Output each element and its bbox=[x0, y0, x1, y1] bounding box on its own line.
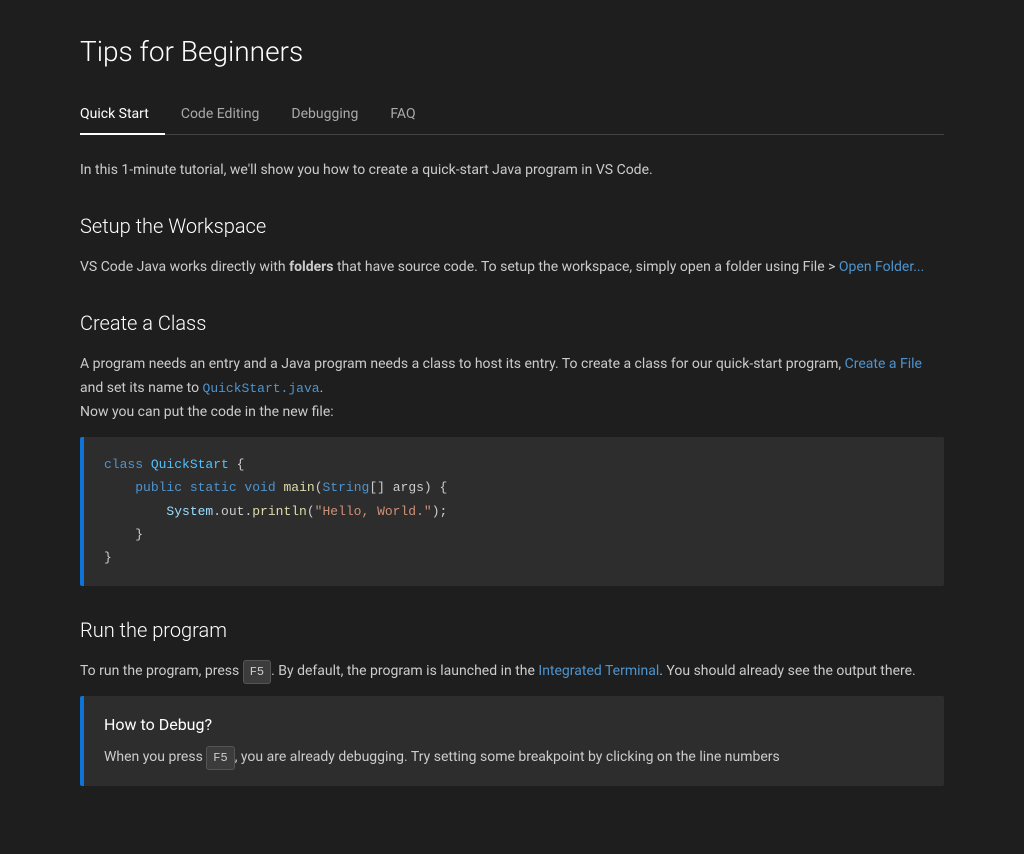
section-title-create-class: Create a Class bbox=[80, 307, 944, 339]
page-container: Tips for Beginners Quick Start Code Edit… bbox=[0, 0, 1024, 854]
section-run-program: Run the program To run the program, pres… bbox=[80, 614, 944, 786]
section-create-class: Create a Class A program needs an entry … bbox=[80, 307, 944, 585]
main-content: In this 1-minute tutorial, we'll show yo… bbox=[80, 159, 944, 786]
section-title-setup: Setup the Workspace bbox=[80, 210, 944, 242]
code-block: class QuickStart { public static void ma… bbox=[80, 437, 944, 586]
tab-code-editing[interactable]: Code Editing bbox=[165, 95, 276, 135]
kbd-f5-run: F5 bbox=[243, 660, 271, 684]
tab-faq[interactable]: FAQ bbox=[374, 95, 431, 135]
section-text-setup: VS Code Java works directly with folders… bbox=[80, 256, 944, 280]
intro-text: In this 1-minute tutorial, we'll show yo… bbox=[80, 159, 944, 181]
tabs-bar: Quick Start Code Editing Debugging FAQ bbox=[80, 95, 944, 135]
integrated-terminal-link[interactable]: Integrated Terminal bbox=[538, 663, 659, 679]
create-file-link[interactable]: Create a File bbox=[845, 356, 922, 372]
section-title-run-program: Run the program bbox=[80, 614, 944, 646]
page-title: Tips for Beginners bbox=[80, 30, 944, 75]
tab-quick-start[interactable]: Quick Start bbox=[80, 95, 165, 135]
section-text-create-class: A program needs an entry and a Java prog… bbox=[80, 353, 944, 401]
bold-folders: folders bbox=[289, 259, 333, 275]
code-pre: class QuickStart { public static void ma… bbox=[104, 453, 924, 570]
callout-block: How to Debug? When you press F5, you are… bbox=[80, 696, 944, 786]
quickstart-filename: QuickStart.java bbox=[203, 381, 320, 396]
tab-debugging[interactable]: Debugging bbox=[275, 95, 374, 135]
section-setup: Setup the Workspace VS Code Java works d… bbox=[80, 210, 944, 280]
section-text-run-program: To run the program, press F5. By default… bbox=[80, 660, 944, 684]
open-folder-link[interactable]: Open Folder... bbox=[839, 259, 924, 275]
kbd-f5-debug: F5 bbox=[206, 746, 234, 770]
callout-text: When you press F5, you are already debug… bbox=[104, 746, 924, 770]
callout-title: How to Debug? bbox=[104, 712, 924, 738]
section-text-create-class-2: Now you can put the code in the new file… bbox=[80, 401, 944, 425]
